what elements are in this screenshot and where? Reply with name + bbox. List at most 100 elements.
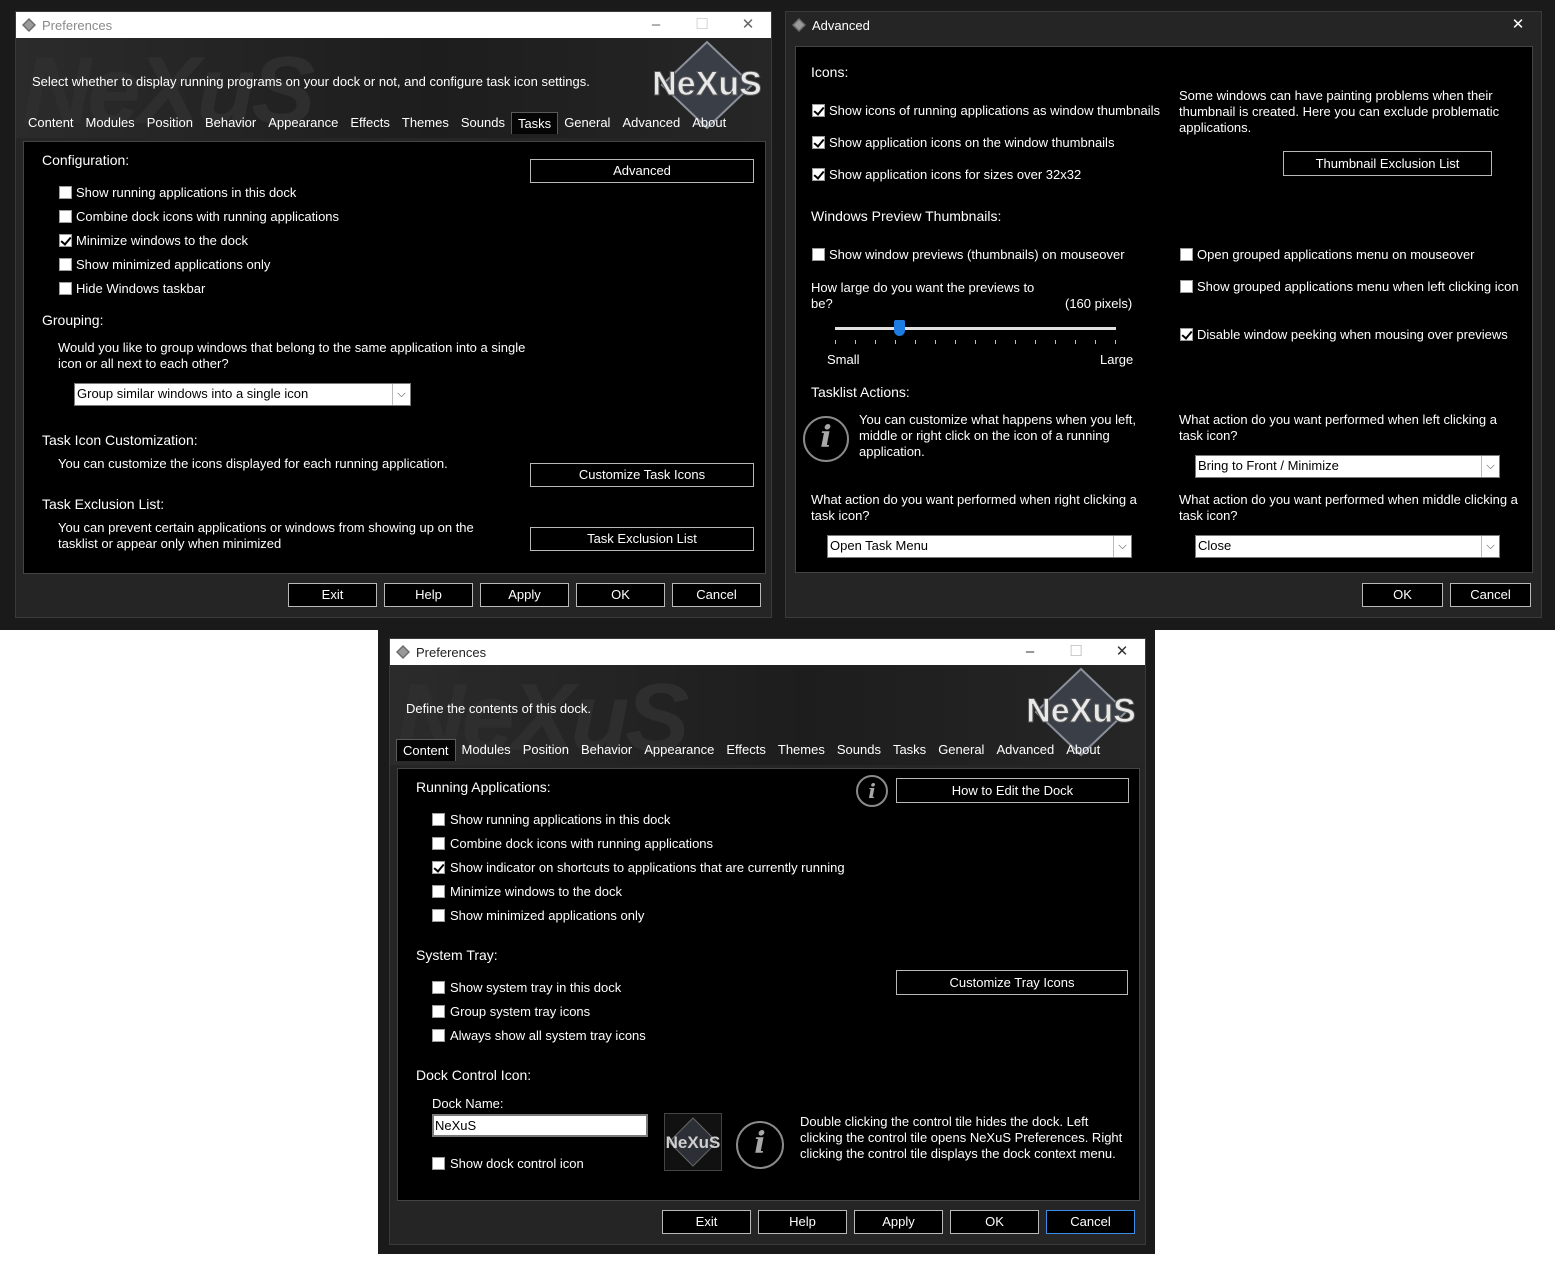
tab-about[interactable]: About: [686, 112, 732, 134]
chevron-down-icon[interactable]: ⌵: [392, 384, 410, 405]
tab-general[interactable]: General: [932, 739, 990, 761]
checkbox-icons-as-thumbnails[interactable]: [812, 104, 825, 117]
apply-button[interactable]: Apply: [854, 1210, 943, 1234]
ok-button[interactable]: OK: [1362, 583, 1443, 607]
tab-about[interactable]: About: [1060, 739, 1106, 761]
checkbox-show-grouped-left-click[interactable]: [1180, 280, 1193, 293]
chevron-down-icon[interactable]: ⌵: [1481, 456, 1499, 477]
slider-tick: [835, 340, 836, 344]
checkbox-show-tray[interactable]: [432, 981, 445, 994]
customize-task-icons-button[interactable]: Customize Task Icons: [530, 463, 754, 487]
tab-effects[interactable]: Effects: [344, 112, 396, 134]
maximize-icon[interactable]: ☐: [1053, 639, 1099, 665]
customize-tray-icons-button[interactable]: Customize Tray Icons: [896, 970, 1128, 995]
checkbox-disable-peek[interactable]: [1180, 328, 1193, 341]
tab-appearance[interactable]: Appearance: [262, 112, 344, 134]
checkbox-label: Show application icons on the window thu…: [829, 135, 1115, 150]
help-button[interactable]: Help: [758, 1210, 847, 1234]
left-click-select[interactable]: Bring to Front / Minimize ⌵: [1195, 455, 1500, 478]
tab-sounds[interactable]: Sounds: [455, 112, 511, 134]
preview-size-value: (160 pixels): [1065, 296, 1133, 311]
checkbox-hide-taskbar[interactable]: [59, 282, 72, 295]
preview-size-slider[interactable]: [835, 318, 1116, 344]
tab-advanced[interactable]: Advanced: [616, 112, 686, 134]
title-bar[interactable]: Advanced ✕: [786, 12, 1541, 38]
middle-click-select[interactable]: Close ⌵: [1195, 535, 1500, 558]
checkbox-minimized-only[interactable]: [432, 909, 445, 922]
tab-advanced[interactable]: Advanced: [990, 739, 1060, 761]
close-icon[interactable]: ✕: [725, 12, 771, 38]
cancel-button[interactable]: Cancel: [1450, 583, 1531, 607]
tab-effects[interactable]: Effects: [720, 739, 772, 761]
checkbox-label: Show running applications in this dock: [76, 185, 297, 200]
checkbox-show-running[interactable]: [59, 186, 72, 199]
grouping-select[interactable]: Group similar windows into a single icon…: [74, 383, 411, 406]
checkbox-show-previews[interactable]: [812, 248, 825, 261]
checkbox-label: Show window previews (thumbnails) on mou…: [829, 247, 1125, 262]
maximize-icon[interactable]: ☐: [679, 12, 725, 38]
checkbox-show-running[interactable]: [432, 813, 445, 826]
tab-sounds[interactable]: Sounds: [831, 739, 887, 761]
cancel-button[interactable]: Cancel: [672, 583, 761, 607]
checkbox-always-show-tray[interactable]: [432, 1029, 445, 1042]
checkbox-group-tray[interactable]: [432, 1005, 445, 1018]
checkbox-minimized-only[interactable]: [59, 258, 72, 271]
checkbox-minimize-to-dock[interactable]: [59, 234, 72, 247]
slider-tick: [895, 340, 896, 344]
tab-position[interactable]: Position: [141, 112, 199, 134]
icons-heading: Icons:: [811, 64, 849, 80]
tab-themes[interactable]: Themes: [772, 739, 831, 761]
help-button[interactable]: Help: [384, 583, 473, 607]
tab-modules[interactable]: Modules: [456, 739, 517, 761]
checkbox-minimize-to-dock[interactable]: [432, 885, 445, 898]
minimize-icon[interactable]: –: [633, 12, 679, 38]
checkbox-open-grouped-mouseover[interactable]: [1180, 248, 1193, 261]
tray-heading: System Tray:: [416, 947, 498, 963]
task-exclusion-list-button[interactable]: Task Exclusion List: [530, 527, 754, 551]
how-to-edit-button[interactable]: How to Edit the Dock: [896, 778, 1129, 803]
thumbnail-exclusion-text: Some windows can have painting problems …: [1179, 88, 1500, 135]
tab-content[interactable]: Content: [22, 112, 80, 134]
title-bar[interactable]: Preferences – ☐ ✕: [16, 12, 771, 38]
dock-name-input[interactable]: NeXuS: [432, 1114, 648, 1137]
tab-appearance[interactable]: Appearance: [638, 739, 720, 761]
checkbox-label: Combine dock icons with running applicat…: [450, 836, 714, 851]
minimize-icon[interactable]: –: [1007, 639, 1053, 665]
tasklist-info-text: You can customize what happens when you …: [859, 412, 1137, 459]
title-bar[interactable]: Preferences – ☐ ✕: [390, 639, 1145, 665]
slider-thumb[interactable]: [894, 320, 905, 336]
right-click-select[interactable]: Open Task Menu ⌵: [827, 535, 1132, 558]
window-title: Preferences: [42, 18, 113, 33]
close-icon[interactable]: ✕: [1495, 12, 1541, 38]
checkbox-combine-icons[interactable]: [432, 837, 445, 850]
tab-tasks[interactable]: Tasks: [887, 739, 932, 761]
info-icon[interactable]: i: [856, 775, 888, 807]
ok-button[interactable]: OK: [950, 1210, 1039, 1234]
chevron-down-icon[interactable]: ⌵: [1113, 536, 1131, 557]
checkbox-app-icons-on-thumbnails[interactable]: [812, 136, 825, 149]
tab-modules[interactable]: Modules: [80, 112, 141, 134]
tab-behavior[interactable]: Behavior: [575, 739, 638, 761]
checkbox-show-indicator[interactable]: [432, 861, 445, 874]
tab-themes[interactable]: Themes: [396, 112, 455, 134]
apply-button[interactable]: Apply: [480, 583, 569, 607]
tab-behavior[interactable]: Behavior: [199, 112, 262, 134]
svg-text:NeXuS: NeXuS: [666, 1133, 721, 1152]
thumbnail-exclusion-list-button[interactable]: Thumbnail Exclusion List: [1283, 151, 1492, 176]
slider-track: [835, 327, 1116, 330]
tab-general[interactable]: General: [558, 112, 616, 134]
exit-button[interactable]: Exit: [288, 583, 377, 607]
advanced-button[interactable]: Advanced: [530, 159, 754, 183]
ok-button[interactable]: OK: [576, 583, 665, 607]
tab-content[interactable]: Content: [396, 739, 456, 761]
tab-position[interactable]: Position: [517, 739, 575, 761]
tab-tasks[interactable]: Tasks: [510, 112, 559, 134]
checkbox-combine-icons[interactable]: [59, 210, 72, 223]
exit-button[interactable]: Exit: [662, 1210, 751, 1234]
cancel-button[interactable]: Cancel: [1046, 1210, 1135, 1234]
checkbox-show-control-icon[interactable]: [432, 1157, 445, 1170]
chevron-down-icon[interactable]: ⌵: [1481, 536, 1499, 557]
close-icon[interactable]: ✕: [1099, 639, 1145, 665]
dock-control-tile[interactable]: NeXuS: [664, 1113, 722, 1171]
checkbox-icons-over-32[interactable]: [812, 168, 825, 181]
